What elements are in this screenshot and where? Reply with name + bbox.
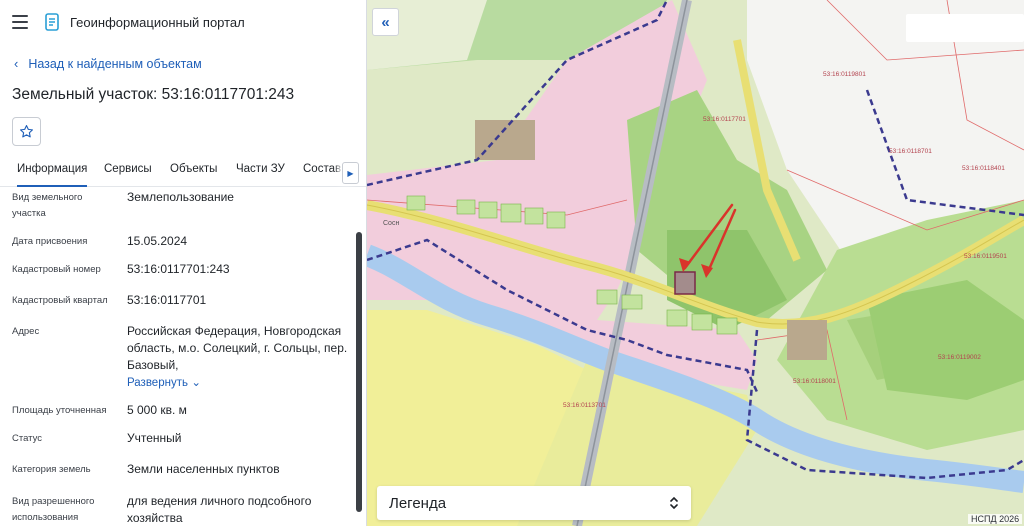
attribute-label: Адрес [12, 326, 40, 337]
attribute-value: 53:16:0117701:243 [127, 262, 230, 276]
copyright-text: НСПД 2026 [968, 514, 1023, 524]
attribute-value: Землепользование [127, 190, 234, 204]
map-label: 53:16:0113701 [563, 402, 606, 409]
attribute-value: 5 000 кв. м [127, 403, 187, 417]
chevron-down-icon: ⌄ [191, 377, 201, 389]
map-label: 53:16:0119801 [823, 71, 866, 78]
attribute-label: Категория земель [12, 464, 91, 475]
map-label: 53:16:0117701 [703, 116, 746, 123]
expand-address-link[interactable]: Развернуть ⌄ [127, 374, 349, 392]
tab-composition[interactable]: Состав [303, 157, 341, 175]
legend-dropdown[interactable]: Легенда [377, 486, 691, 520]
attribute-label: Вид земельного участка [12, 192, 83, 219]
portal-logo-icon [45, 13, 59, 31]
attribute-label: Кадастровый номер [12, 264, 101, 275]
tab-scroll-right-button[interactable]: ▶ [342, 162, 359, 184]
map-svg [367, 0, 1024, 526]
chevron-left-icon: ‹ [14, 56, 19, 71]
back-link[interactable]: ‹ Назад к найденным объектам [14, 56, 202, 71]
map-search-box[interactable] [906, 14, 1024, 42]
star-icon [20, 125, 33, 138]
attribute-label: Кадастровый квартал [12, 295, 108, 306]
map-label: 53:16:0119501 [964, 253, 1007, 260]
tab-services[interactable]: Сервисы [104, 157, 152, 175]
collapse-panel-button[interactable]: « [372, 8, 399, 36]
map-label: Сосн [383, 220, 400, 227]
attribute-label: Статус [12, 433, 43, 444]
top-bar: Геоинформационный портал [0, 0, 366, 44]
attribute-value: 15.05.2024 [127, 234, 188, 248]
legend-label: Легенда [389, 494, 447, 512]
menu-icon[interactable] [12, 15, 28, 29]
tab-information[interactable]: Информация [17, 157, 88, 187]
map-label: 53:16:0118001 [793, 378, 836, 385]
attribute-label: Площадь уточненная [12, 405, 107, 416]
info-panel: Геоинформационный портал ‹ Назад к найде… [0, 0, 367, 526]
attribute-label: Дата присвоения [12, 236, 88, 247]
attribute-value: Учтенный [127, 431, 182, 445]
tab-objects[interactable]: Объекты [170, 157, 217, 175]
attribute-label: Вид разрешенного использования [12, 496, 95, 523]
address-value: Российская Федерация, Новгородская облас… [127, 324, 348, 372]
double-chevron-left-icon: « [381, 13, 390, 31]
app-title: Геоинформационный портал [70, 14, 245, 30]
expand-collapse-icon [670, 496, 678, 510]
tab-bar: Информация Сервисы Объекты Части ЗУ Сост… [0, 157, 366, 187]
attribute-value: Земли населенных пунктов [127, 462, 280, 476]
favorite-button[interactable] [12, 117, 41, 146]
map-label: 53:16:0118401 [962, 165, 1005, 172]
tab-parts[interactable]: Части ЗУ [236, 157, 285, 175]
attribute-value: для ведения личного подсобного хозяйства [127, 494, 312, 525]
map-canvas[interactable]: 53:16:0119801 53:16:0118701 53:16:011840… [367, 0, 1024, 526]
map-label: 53:16:0118701 [889, 148, 932, 155]
panel-scrollbar[interactable] [356, 232, 362, 512]
expand-label: Развернуть [127, 377, 188, 389]
map-label: 53:16:0119002 [938, 354, 981, 361]
attributes-list: Вид земельного участка Землепользование … [0, 188, 350, 526]
back-label: Назад к найденным объектам [28, 56, 202, 71]
attribute-value: 53:16:0117701 [127, 293, 207, 307]
object-title: Земельный участок: 53:16:0117701:243 [12, 86, 295, 103]
